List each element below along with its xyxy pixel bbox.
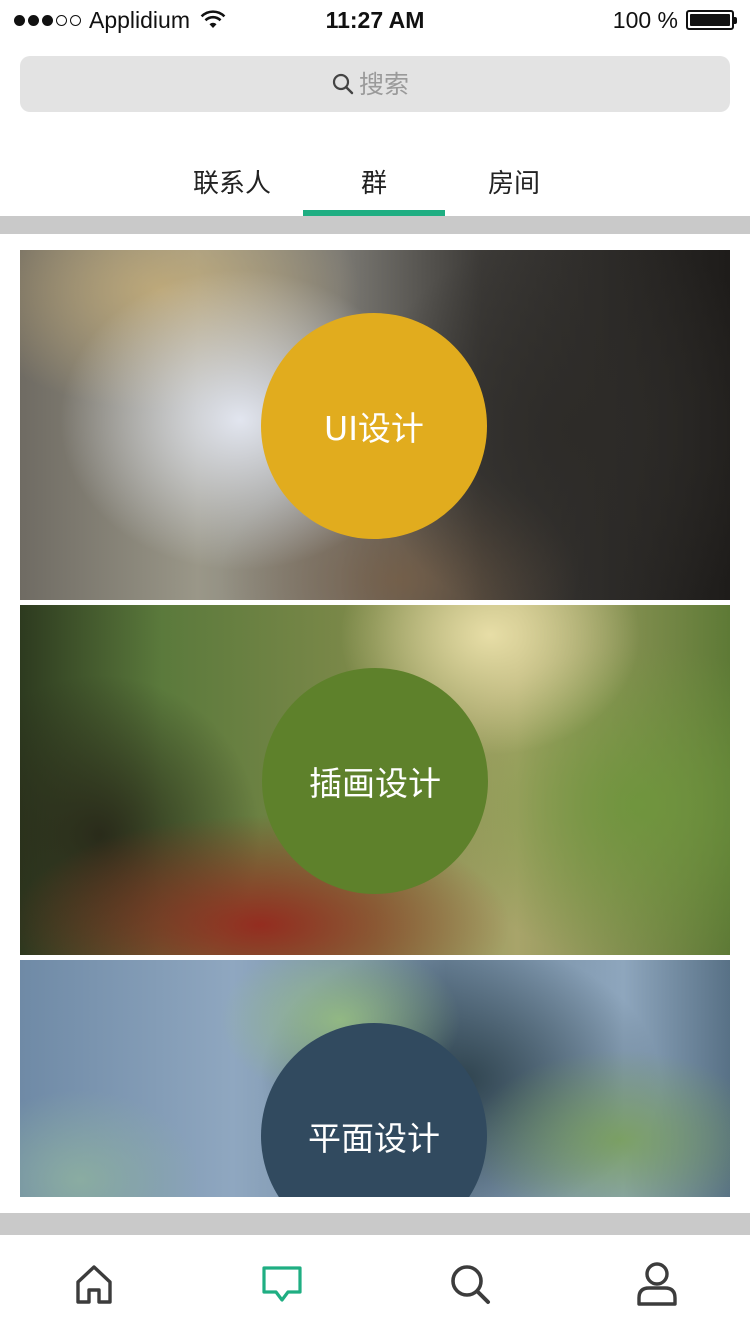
group-name: UI设计 — [324, 409, 424, 448]
search-input[interactable] — [359, 69, 419, 99]
group-badge: UI设计 — [261, 313, 487, 539]
group-card-illustration-design[interactable]: 插画设计 — [20, 605, 730, 955]
tab-contacts[interactable]: 联系人 — [161, 164, 303, 216]
tab-rooms[interactable]: 房间 — [443, 164, 585, 216]
profile-icon — [637, 1262, 677, 1306]
group-name: 平面设计 — [308, 1119, 440, 1158]
nav-search-button[interactable] — [445, 1259, 495, 1309]
app-screen: Applidium 11:27 AM 100 % 联系人 群 房间 — [0, 0, 750, 1334]
group-name: 插画设计 — [309, 764, 441, 803]
nav-divider — [0, 1213, 750, 1235]
group-list[interactable]: UI设计 插画设计 平面设计 — [20, 250, 730, 1197]
nav-profile-button[interactable] — [632, 1259, 682, 1309]
search-icon — [332, 73, 354, 95]
battery-icon — [686, 10, 737, 30]
bottom-tab-bar — [0, 1235, 750, 1334]
section-divider — [0, 216, 750, 234]
message-icon — [262, 1266, 302, 1302]
tab-groups[interactable]: 群 — [303, 164, 445, 216]
status-right: 100 % — [612, 4, 737, 36]
group-card-graphic-design[interactable]: 平面设计 — [20, 960, 730, 1197]
status-bar: Applidium 11:27 AM 100 % — [0, 0, 750, 40]
battery-percentage: 100 % — [612, 6, 678, 33]
group-badge: 插画设计 — [262, 668, 488, 894]
segment-tabs: 联系人 群 房间 — [0, 150, 750, 216]
nav-home-button[interactable] — [69, 1259, 119, 1309]
home-icon — [76, 1265, 112, 1304]
nav-messages-button[interactable] — [257, 1259, 307, 1309]
search-icon — [451, 1265, 490, 1304]
search-bar[interactable] — [20, 56, 730, 112]
group-card-ui-design[interactable]: UI设计 — [20, 250, 730, 600]
